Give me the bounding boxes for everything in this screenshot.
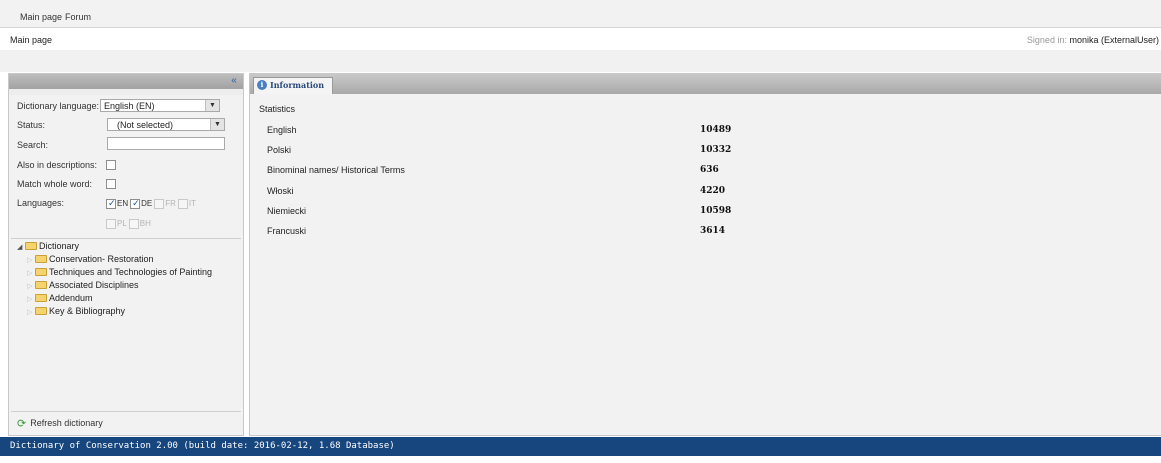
stat-name: Niemiecki — [267, 206, 307, 216]
languages-line-1: EN DE FR IT — [106, 198, 198, 209]
folder-open-icon — [25, 241, 37, 250]
tab-information-label: Information — [270, 80, 325, 90]
dictionary-language-value: English (EN) — [104, 101, 155, 111]
language-pl-label: PL — [117, 219, 127, 229]
chevron-down-icon: ▼ — [210, 119, 224, 130]
languages-label: Languages: — [17, 198, 65, 208]
tab-strip: i Information — [250, 74, 1161, 94]
collapse-panel-icon[interactable]: « — [228, 75, 240, 87]
breadcrumb-bar: Main page Signed in: monika (ExternalUse… — [0, 28, 1161, 50]
also-in-descriptions-checkbox[interactable] — [106, 160, 116, 170]
tab-information[interactable]: i Information — [253, 77, 333, 94]
dictionary-language-select[interactable]: English (EN) ▼ — [100, 99, 220, 112]
language-bh-label: BH — [139, 219, 151, 229]
tree-item-addendum[interactable]: ▷ Addendum — [27, 292, 93, 305]
language-it-label: IT — [188, 199, 197, 209]
languages-line-2: PL BH — [106, 218, 153, 229]
language-en-checkbox[interactable] — [106, 198, 116, 209]
stat-name: English — [267, 125, 297, 135]
panel-header-shadow — [9, 89, 243, 95]
status-label: Status: — [17, 120, 46, 130]
stat-value: 3614 — [700, 226, 726, 236]
nav-forum-link[interactable]: Forum — [65, 12, 91, 22]
language-de-label: DE — [141, 199, 153, 209]
statistics-title: Statistics — [259, 104, 296, 114]
folder-icon — [35, 306, 47, 315]
tree-item-conservation-restoration[interactable]: ▷ Conservation- Restoration — [27, 253, 154, 266]
stat-value: 10489 — [700, 125, 732, 135]
stat-value: 4220 — [700, 186, 726, 196]
tree-item-techniques[interactable]: ▷ Techniques and Technologies of Painting — [27, 266, 212, 279]
filter-panel: « Dictionary language: English (EN) ▼ St… — [8, 73, 244, 436]
signed-in-info: Signed in: monika (ExternalUser) — [1027, 35, 1159, 45]
bottom-margin — [0, 456, 1161, 463]
user-name: monika (ExternalUser) — [1069, 35, 1159, 45]
expanded-triangle-icon[interactable]: ◢ — [17, 241, 25, 254]
match-whole-word-checkbox[interactable] — [106, 179, 116, 189]
filter-panel-header: « — [9, 74, 243, 89]
filters-divider — [11, 238, 241, 239]
status-value: (Not selected) — [117, 120, 174, 130]
also-in-descriptions-label: Also in descriptions: — [17, 160, 98, 170]
match-whole-word-label: Match whole word: — [17, 179, 93, 189]
folder-icon — [35, 254, 47, 263]
tree-item-label: Techniques and Technologies of Painting — [49, 267, 212, 277]
tree-item-label: Addendum — [49, 293, 93, 303]
chevron-down-icon: ▼ — [205, 100, 219, 111]
language-de-checkbox[interactable] — [130, 198, 141, 209]
top-navigation: Main page Forum — [0, 0, 1161, 28]
stat-name: Francuski — [267, 226, 307, 236]
tree-item-associated-disciplines[interactable]: ▷ Associated Disciplines — [27, 279, 139, 292]
language-fr-checkbox — [154, 198, 165, 209]
tree-item-key-bibliography[interactable]: ▷ Key & Bibliography — [27, 305, 125, 318]
stat-name: Binominal names/ Historical Terms — [267, 165, 405, 175]
collapsed-triangle-icon[interactable]: ▷ — [27, 306, 35, 319]
content-panel: i Information Statistics English 10489 Po… — [249, 73, 1161, 436]
stat-name: Polski — [267, 145, 292, 155]
status-select[interactable]: (Not selected) ▼ — [107, 118, 225, 131]
refresh-icon: ⟳ — [17, 418, 27, 430]
folder-icon — [35, 293, 47, 302]
tree-item-label: Associated Disciplines — [49, 280, 139, 290]
language-it-checkbox — [177, 198, 188, 209]
tree-root-dictionary[interactable]: ◢ Dictionary — [17, 240, 79, 253]
panel-footer-divider — [11, 411, 241, 412]
language-bh-checkbox — [128, 218, 139, 229]
tree-item-label: Key & Bibliography — [49, 306, 126, 316]
stat-value: 636 — [700, 165, 719, 175]
stat-value: 10598 — [700, 206, 732, 216]
info-icon: i — [257, 80, 267, 90]
refresh-dictionary-label: Refresh dictionary — [30, 417, 103, 428]
signed-in-label: Signed in: — [1026, 35, 1067, 45]
search-label: Search: — [17, 140, 49, 150]
language-pl-checkbox — [106, 218, 116, 229]
tree-item-label: Conservation- Restoration — [49, 254, 154, 264]
nav-main-page-link[interactable]: Main page — [20, 12, 62, 22]
folder-icon — [35, 267, 47, 276]
stat-value: 10332 — [700, 145, 732, 155]
dictionary-language-label: Dictionary language: — [17, 101, 100, 111]
folder-icon — [35, 280, 47, 289]
language-en-label: EN — [117, 199, 129, 209]
language-fr-label: FR — [165, 199, 176, 209]
tree-root-label: Dictionary — [39, 241, 80, 251]
search-input[interactable] — [107, 137, 225, 150]
status-bar: Dictionary of Conservation 2.00 (build d… — [0, 437, 1161, 456]
breadcrumb: Main page — [10, 35, 53, 45]
refresh-dictionary-button[interactable]: ⟳ Refresh dictionary — [17, 417, 103, 430]
toolbar-stripe — [0, 50, 1161, 72]
stat-name: Włoski — [267, 186, 294, 196]
